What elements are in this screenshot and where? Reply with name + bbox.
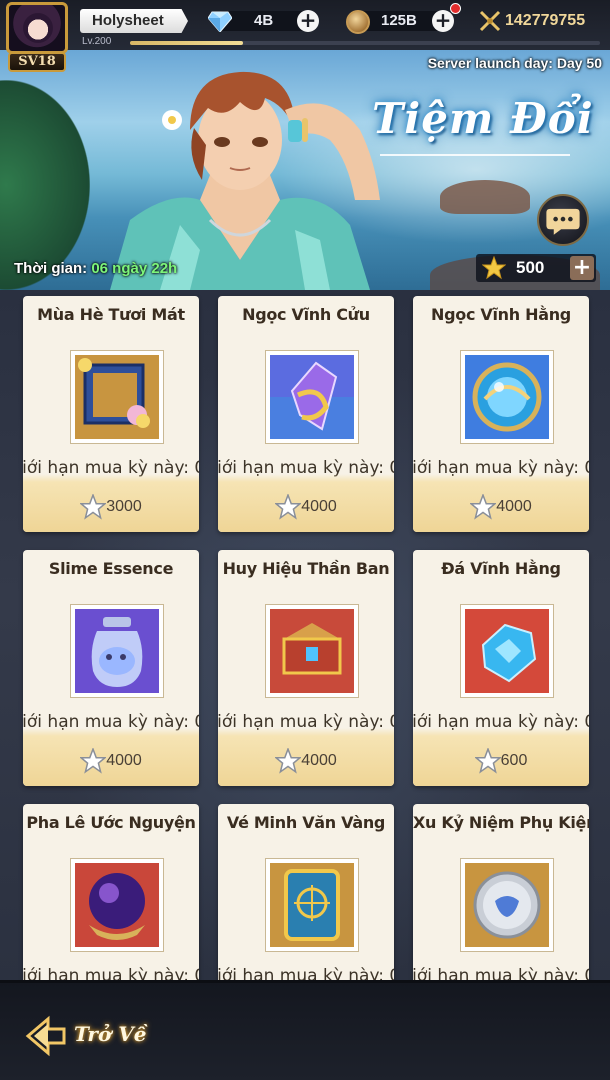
star-icon — [474, 748, 501, 774]
item-price: 4000 — [301, 498, 337, 515]
item-name: Mùa Hè Tươi Mát — [37, 305, 185, 324]
shop-item-card[interactable]: Pha Lê Ước Nguyện Giới hạn mua kỳ này: 0/… — [23, 804, 199, 980]
item-name: Vé Minh Văn Vàng — [226, 813, 386, 832]
server-launch-day: Server launch day: Day 50 — [427, 55, 602, 71]
item-icon-frame — [70, 858, 164, 952]
item-icon-frame — [70, 604, 164, 698]
star-icon — [80, 494, 107, 520]
hero-character-illustration — [110, 71, 380, 290]
player-level: Lv.200 — [82, 36, 112, 47]
item-name: Slime Essence — [48, 559, 174, 578]
coin-count: 125B — [381, 12, 417, 29]
chat-button[interactable] — [537, 194, 589, 246]
item-price: 4000 — [106, 752, 142, 769]
eternal-gem-icon — [270, 355, 354, 439]
xp-bar — [130, 41, 600, 45]
price-bar[interactable]: 600 — [413, 728, 589, 786]
golden-ticket-icon — [270, 863, 354, 947]
shop-item-card[interactable]: Ngọc Vĩnh CửuGiới hạn mua kỳ này: 0/1400… — [218, 296, 394, 532]
star-balance: 500 — [516, 258, 545, 277]
shop-item-grid: Mùa Hè Tươi Mát Giới hạn mua kỳ này: 0/1 3… — [0, 290, 610, 980]
crossed-swords-icon — [479, 10, 501, 32]
star-icon — [482, 256, 506, 280]
item-name: Xu Kỷ Niệm Phụ Kiện — [413, 813, 589, 832]
add-coins-button[interactable]: + — [432, 10, 454, 32]
item-price: 4000 — [496, 498, 532, 515]
back-label: Trở Về — [74, 1022, 147, 1046]
wish-crystal-icon — [75, 863, 159, 947]
price-bar[interactable]: 3000 — [23, 474, 199, 532]
chat-bubble-icon — [546, 208, 580, 235]
footer-bar: Trở Về — [0, 980, 610, 1080]
item-icon-frame — [265, 604, 359, 698]
star-currency: 500 + — [476, 254, 596, 282]
item-icon-frame — [265, 350, 359, 444]
player-name: Holysheet — [80, 9, 188, 33]
treasure-chest-icon — [270, 609, 354, 693]
star-icon — [470, 494, 497, 520]
star-icon — [80, 748, 107, 774]
eternal-stone-icon — [465, 609, 549, 693]
price-bar[interactable]: 4000 — [218, 728, 394, 786]
item-price: 600 — [500, 752, 528, 769]
item-price: 4000 — [301, 752, 337, 769]
timer-value: 06 ngày 22h — [91, 260, 178, 277]
xp-bar-fill — [130, 41, 243, 45]
purchase-limit: Giới hạn mua kỳ này: 0/1 — [218, 966, 394, 980]
timer-label: Thời gian: — [14, 260, 92, 277]
item-name: Huy Hiệu Thần Ban — [222, 559, 390, 578]
price-bar[interactable]: 4000 — [413, 474, 589, 532]
avatar-portrait — [6, 2, 68, 54]
shop-item-card[interactable]: Đá Vĩnh HằngGiới hạn mua kỳ này: 0/1600 — [413, 550, 589, 786]
item-name: Pha Lê Ước Nguyện — [26, 813, 196, 832]
item-icon-frame — [70, 350, 164, 444]
item-price: 3000 — [106, 498, 142, 515]
add-gems-button[interactable]: + — [297, 10, 319, 32]
event-timer: Thời gian: 06 ngày 22h — [14, 260, 177, 277]
silver-coin-icon — [465, 863, 549, 947]
star-icon — [275, 494, 302, 520]
shop-item-card[interactable]: Mùa Hè Tươi MátGiới hạn mua kỳ này: 0/13… — [23, 296, 199, 532]
purchase-limit: Giới hạn mua kỳ này: 0/1 — [23, 966, 199, 980]
shop-title: Tiệm Đổi — [372, 94, 594, 143]
coin-icon — [346, 10, 370, 34]
shop-banner: Server launch day: Day 50 Tiệm Đổi Thời … — [0, 50, 610, 290]
price-bar[interactable]: 4000 — [23, 728, 199, 786]
eternal-orb-icon — [465, 355, 549, 439]
top-bar: Holysheet Lv.200 4B + 125B + 142779755 — [0, 0, 610, 50]
shop-item-card[interactable]: Vé Minh Văn Vàng Giới hạn mua kỳ này: 0/1 — [218, 804, 394, 980]
shop-item-card[interactable]: Huy Hiệu Thần BanGiới hạn mua kỳ này: 0/… — [218, 550, 394, 786]
price-bar[interactable]: 4000 — [218, 474, 394, 532]
player-avatar[interactable]: SV18 — [4, 2, 70, 72]
notification-dot-icon — [450, 3, 461, 14]
purchase-limit: Giới hạn mua kỳ này: 0/1 — [413, 966, 589, 980]
star-icon — [275, 748, 302, 774]
item-icon-frame — [460, 350, 554, 444]
add-stars-button[interactable]: + — [570, 256, 594, 280]
item-icon-frame — [460, 858, 554, 952]
shop-item-card[interactable]: Slime EssenceGiới hạn mua kỳ này: 0/1400… — [23, 550, 199, 786]
slime-jar-icon — [75, 609, 159, 693]
diamond-icon — [208, 11, 232, 32]
gem-count: 4B — [254, 12, 274, 29]
summer-frame-icon — [75, 355, 159, 439]
item-name: Ngọc Vĩnh Cửu — [242, 305, 370, 324]
server-badge: SV18 — [8, 52, 66, 72]
combat-power: 142779755 — [505, 12, 586, 29]
shop-item-card[interactable]: Xu Kỷ Niệm Phụ Kiện Giới hạn mua kỳ này: … — [413, 804, 589, 980]
shop-item-card[interactable]: Ngọc Vĩnh HằngGiới hạn mua kỳ này: 0/140… — [413, 296, 589, 532]
back-button[interactable]: Trở Về — [24, 1013, 154, 1059]
item-name: Đá Vĩnh Hằng — [441, 559, 561, 578]
item-icon-frame — [460, 604, 554, 698]
item-icon-frame — [265, 858, 359, 952]
item-name: Ngọc Vĩnh Hằng — [431, 305, 571, 324]
